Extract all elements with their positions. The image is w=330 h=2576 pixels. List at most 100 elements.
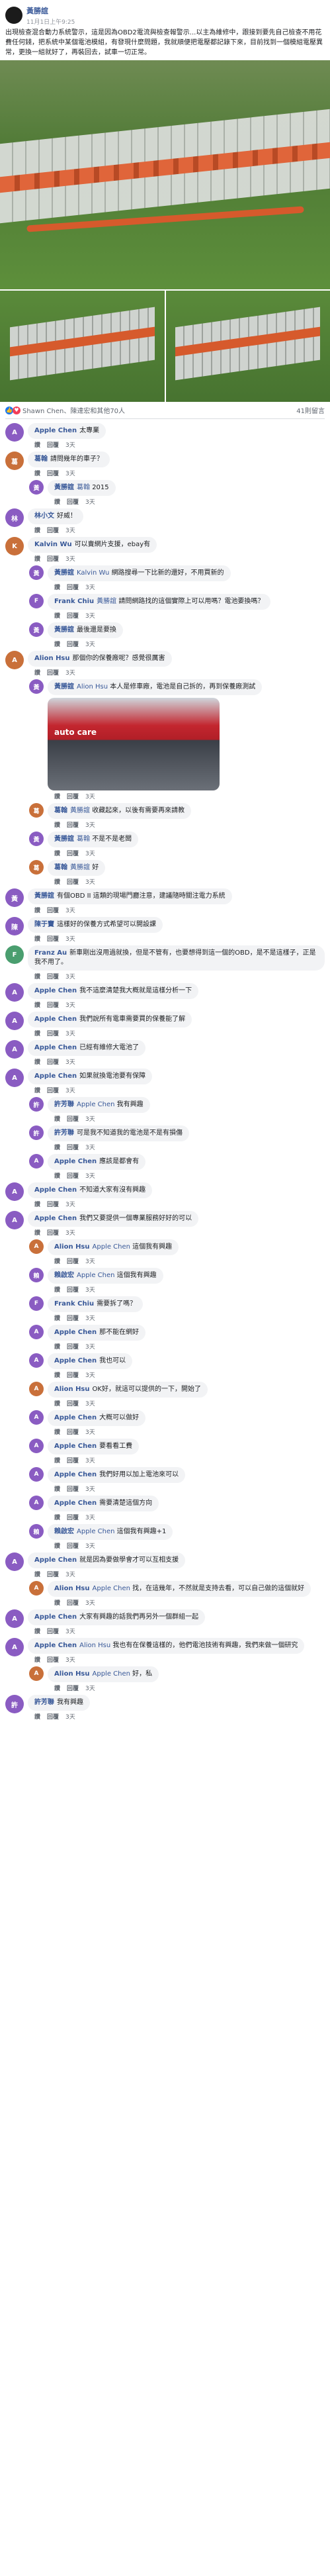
comment-time[interactable]: 3天 bbox=[85, 879, 95, 886]
commenter-avatar[interactable]: A bbox=[29, 1154, 44, 1169]
mention-tag[interactable]: 葛翰 bbox=[77, 835, 90, 843]
like-link[interactable]: 讚 bbox=[34, 1572, 40, 1578]
commenter-name[interactable]: Apple Chen bbox=[54, 1414, 97, 1421]
comment-time[interactable]: 3天 bbox=[65, 1629, 75, 1635]
comment-time[interactable]: 3天 bbox=[65, 908, 75, 914]
reply-link[interactable]: 回覆 bbox=[47, 1714, 59, 1721]
comment-time[interactable]: 3天 bbox=[65, 974, 75, 980]
reply-link[interactable]: 回覆 bbox=[47, 1088, 59, 1094]
comment-time[interactable]: 3天 bbox=[85, 642, 95, 648]
commenter-name[interactable]: Apple Chen bbox=[34, 1215, 77, 1222]
commenter-avatar[interactable]: 許 bbox=[29, 1097, 44, 1112]
like-link[interactable]: 讚 bbox=[54, 642, 60, 648]
battery-photo-left[interactable] bbox=[0, 291, 165, 402]
like-link[interactable]: 讚 bbox=[34, 1714, 40, 1721]
commenter-name[interactable]: Alion Hsu bbox=[34, 655, 70, 662]
comment-time[interactable]: 3天 bbox=[65, 1031, 75, 1037]
reply-link[interactable]: 回覆 bbox=[47, 556, 59, 563]
commenter-avatar[interactable]: 陳 bbox=[5, 917, 24, 935]
like-link[interactable]: 讚 bbox=[34, 528, 40, 534]
reply-link[interactable]: 回覆 bbox=[67, 851, 79, 857]
like-link[interactable]: 讚 bbox=[54, 1543, 60, 1550]
commenter-avatar[interactable]: A bbox=[5, 651, 24, 669]
commenter-name[interactable]: Frank Chiu bbox=[54, 598, 94, 605]
commenter-avatar[interactable]: 賴 bbox=[29, 1268, 44, 1282]
like-link[interactable]: 讚 bbox=[54, 822, 60, 829]
comment-time[interactable]: 3天 bbox=[65, 1088, 75, 1094]
like-link[interactable]: 讚 bbox=[34, 442, 40, 449]
commenter-name[interactable]: Apple Chen bbox=[54, 1500, 97, 1507]
reply-link[interactable]: 回覆 bbox=[47, 471, 59, 477]
commenter-avatar[interactable]: A bbox=[29, 1325, 44, 1339]
mention-tag[interactable]: 葛翰 bbox=[77, 484, 90, 491]
reply-link[interactable]: 回覆 bbox=[47, 1629, 59, 1635]
commenter-name[interactable]: Apple Chen bbox=[34, 1044, 77, 1051]
commenter-avatar[interactable]: A bbox=[29, 1353, 44, 1368]
commenter-avatar[interactable]: 黃 bbox=[29, 480, 44, 495]
commenter-avatar[interactable]: F bbox=[29, 1296, 44, 1311]
reply-link[interactable]: 回覆 bbox=[47, 1572, 59, 1578]
like-link[interactable]: 讚 bbox=[34, 1031, 40, 1037]
comment-time[interactable]: 3天 bbox=[65, 1202, 75, 1208]
reply-link[interactable]: 回覆 bbox=[47, 528, 59, 534]
reply-link[interactable]: 回覆 bbox=[47, 670, 59, 677]
like-link[interactable]: 讚 bbox=[34, 556, 40, 563]
commenter-name[interactable]: 許芳聯 bbox=[54, 1129, 74, 1137]
reaction-summary[interactable]: Shawn Chen、陳達宏和其他70人 bbox=[22, 405, 125, 415]
commenter-avatar[interactable]: F bbox=[5, 945, 24, 964]
commenter-avatar[interactable]: A bbox=[29, 1382, 44, 1396]
commenter-name[interactable]: Apple Chen bbox=[54, 1471, 97, 1478]
commenter-avatar[interactable]: 林 bbox=[5, 508, 24, 527]
reply-link[interactable]: 回覆 bbox=[67, 1259, 79, 1265]
comment-time[interactable]: 3天 bbox=[65, 528, 75, 534]
commenter-avatar[interactable]: 賴 bbox=[29, 1524, 44, 1539]
commenter-avatar[interactable]: A bbox=[29, 1410, 44, 1425]
reply-link[interactable]: 回覆 bbox=[67, 1515, 79, 1521]
commenter-name[interactable]: Apple Chen bbox=[54, 1443, 97, 1450]
like-link[interactable]: 讚 bbox=[54, 1458, 60, 1464]
commenter-avatar[interactable]: A bbox=[5, 1211, 24, 1229]
commenter-name[interactable]: 黃勝誼 bbox=[54, 569, 74, 577]
like-link[interactable]: 讚 bbox=[34, 1088, 40, 1094]
like-link[interactable]: 讚 bbox=[34, 1002, 40, 1009]
like-link[interactable]: 讚 bbox=[34, 1059, 40, 1066]
like-link[interactable]: 讚 bbox=[54, 1315, 60, 1322]
reply-link[interactable]: 回覆 bbox=[47, 908, 59, 914]
like-link[interactable]: 讚 bbox=[54, 1116, 60, 1123]
like-link[interactable]: 讚 bbox=[54, 879, 60, 886]
reply-link[interactable]: 回覆 bbox=[67, 613, 79, 620]
reply-link[interactable]: 回覆 bbox=[67, 879, 79, 886]
like-link[interactable]: 讚 bbox=[54, 1486, 60, 1493]
commenter-name[interactable]: 陳于竇 bbox=[34, 921, 54, 928]
battery-photo-main[interactable] bbox=[0, 60, 330, 289]
commenter-name[interactable]: Apple Chen bbox=[34, 1073, 77, 1080]
like-link[interactable]: 讚 bbox=[54, 1145, 60, 1151]
author-avatar[interactable] bbox=[5, 7, 22, 24]
reply-link[interactable]: 回覆 bbox=[47, 974, 59, 980]
reply-link[interactable]: 回覆 bbox=[67, 1429, 79, 1436]
reply-link[interactable]: 回覆 bbox=[67, 1372, 79, 1379]
commenter-avatar[interactable]: A bbox=[5, 1609, 24, 1628]
mention-tag[interactable]: 黃勝誼 bbox=[97, 598, 116, 605]
comment-time[interactable]: 3天 bbox=[85, 1344, 95, 1351]
commenter-avatar[interactable]: A bbox=[5, 1012, 24, 1030]
reply-link[interactable]: 回覆 bbox=[67, 1287, 79, 1294]
comment-time[interactable]: 3天 bbox=[85, 1600, 95, 1607]
reply-link[interactable]: 回覆 bbox=[67, 1543, 79, 1550]
commenter-name[interactable]: Alion Hsu bbox=[54, 1585, 90, 1592]
mention-tag[interactable]: Apple Chen bbox=[77, 1272, 114, 1279]
like-link[interactable]: 讚 bbox=[34, 908, 40, 914]
like-link[interactable]: 讚 bbox=[54, 499, 60, 506]
comment-time[interactable]: 3天 bbox=[65, 1572, 75, 1578]
like-link[interactable]: 讚 bbox=[54, 1287, 60, 1294]
comment-time[interactable]: 3天 bbox=[85, 1543, 95, 1550]
reply-link[interactable]: 回覆 bbox=[67, 1486, 79, 1493]
commenter-name[interactable]: 賴啟宏 bbox=[54, 1272, 74, 1279]
commenter-name[interactable]: Apple Chen bbox=[54, 1329, 97, 1336]
mention-tag[interactable]: 黃勝誼 bbox=[70, 864, 90, 871]
commenter-name[interactable]: Alion Hsu bbox=[54, 1386, 90, 1393]
commenter-avatar[interactable]: A bbox=[5, 983, 24, 1002]
comment-time[interactable]: 3天 bbox=[85, 794, 95, 800]
commenter-avatar[interactable]: 黃 bbox=[29, 679, 44, 694]
reply-link[interactable]: 回覆 bbox=[67, 1686, 79, 1692]
